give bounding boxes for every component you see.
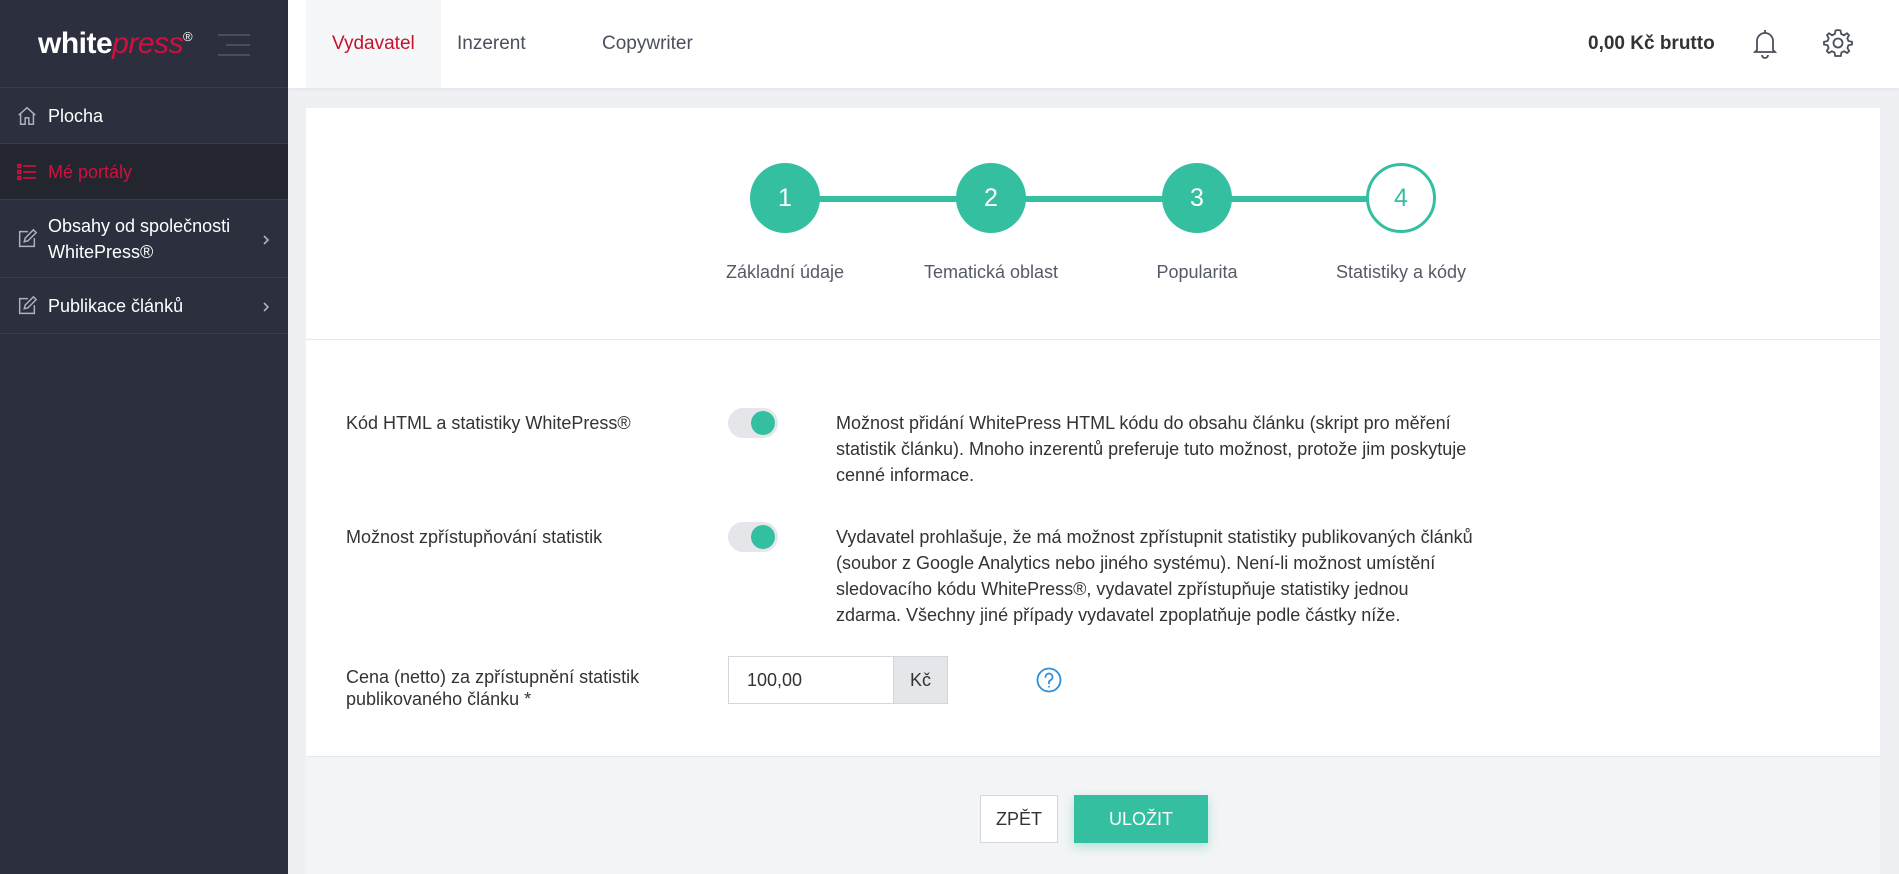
step-4-circle: 4 [1366, 163, 1436, 233]
logo-white-text: white [38, 26, 113, 60]
stepper: 1 2 3 4 Základní údaje Tematická oblast … [306, 108, 1880, 340]
tab-vydavatel[interactable]: Vydavatel [306, 0, 441, 88]
price-input[interactable] [728, 656, 893, 704]
edit-icon [14, 293, 40, 319]
edit-icon [14, 226, 40, 252]
toggle-knob [751, 411, 775, 435]
sidebar-item-obsahy[interactable]: Obsahy od společnosti WhitePress® [0, 200, 288, 278]
step-3-label: Popularita [1156, 262, 1238, 282]
sidebar-item-label: Obsahy od společnosti WhitePress® [48, 215, 231, 262]
chevron-right-icon [260, 300, 272, 312]
list-icon [14, 159, 40, 185]
sidebar-item-label: Mé portály [48, 161, 133, 182]
tab-copywriter[interactable]: Copywriter [592, 0, 703, 88]
logo-press-text: press [112, 26, 184, 60]
price-label: Cena (netto) za zpřístupnění statistik p… [346, 667, 640, 709]
home-icon [14, 103, 40, 129]
step-3-circle[interactable]: 3 [1162, 163, 1232, 233]
gear-icon[interactable] [1821, 26, 1855, 60]
toggle-knob [751, 525, 775, 549]
stats-access-toggle[interactable] [728, 522, 778, 552]
stats-access-description: Vydavatel prohlašuje, že má možnost zpří… [836, 527, 1473, 625]
html-code-label: Kód HTML a statistiky WhitePress® [346, 413, 631, 433]
chevron-right-icon [260, 233, 272, 245]
topbar: Vydavatel Inzerent Copywriter 0,00 Kč br… [288, 0, 1899, 88]
step-4-label: Statistiky a kódy [1335, 262, 1467, 282]
step-connector [1024, 196, 1164, 202]
logo[interactable]: whitepress® [38, 26, 193, 61]
tab-inzerent[interactable]: Inzerent [447, 0, 536, 88]
step-2-circle[interactable]: 2 [956, 163, 1026, 233]
sidebar-item-plocha[interactable]: Plocha [0, 88, 288, 144]
help-icon[interactable] [1036, 667, 1062, 693]
logo-area: whitepress® [0, 0, 288, 88]
back-button[interactable]: ZPĚT [980, 795, 1058, 843]
main-card: 1 2 3 4 Základní údaje Tematická oblast … [306, 108, 1880, 874]
save-button[interactable]: ULOŽIT [1074, 795, 1208, 843]
logo-registered-mark: ® [183, 28, 193, 44]
stats-access-label: Možnost zpřístupňování statistik [346, 527, 603, 547]
form-footer: ZPĚT ULOŽIT [306, 756, 1880, 874]
account-balance[interactable]: 0,00 Kč brutto [1588, 0, 1715, 88]
html-code-toggle[interactable] [728, 408, 778, 438]
step-connector [818, 196, 958, 202]
form-row-stats-access: Možnost zpřístupňování statistik Vydavat… [346, 514, 1546, 634]
html-code-description: Možnost přidání WhitePress HTML kódu do … [836, 413, 1467, 485]
price-unit: Kč [893, 656, 948, 704]
menu-toggle-icon[interactable] [218, 34, 250, 56]
step-1-label: Základní údaje [725, 262, 845, 282]
sidebar-item-publikace[interactable]: Publikace článků [0, 278, 288, 334]
form-row-price: Cena (netto) za zpřístupnění statistik p… [346, 648, 1546, 718]
step-connector [1230, 196, 1370, 202]
form-row-html-code: Kód HTML a statistiky WhitePress® Možnos… [346, 400, 1546, 490]
step-1-circle[interactable]: 1 [750, 163, 820, 233]
sidebar: whitepress® Plocha Mé portály Obsahy od … [0, 0, 288, 874]
sidebar-item-label: Plocha [48, 105, 104, 126]
sidebar-item-me-portaly[interactable]: Mé portály [0, 144, 288, 200]
bell-icon[interactable] [1748, 26, 1782, 60]
step-2-label: Tematická oblast [923, 262, 1059, 282]
sidebar-item-label: Publikace článků [48, 295, 184, 316]
